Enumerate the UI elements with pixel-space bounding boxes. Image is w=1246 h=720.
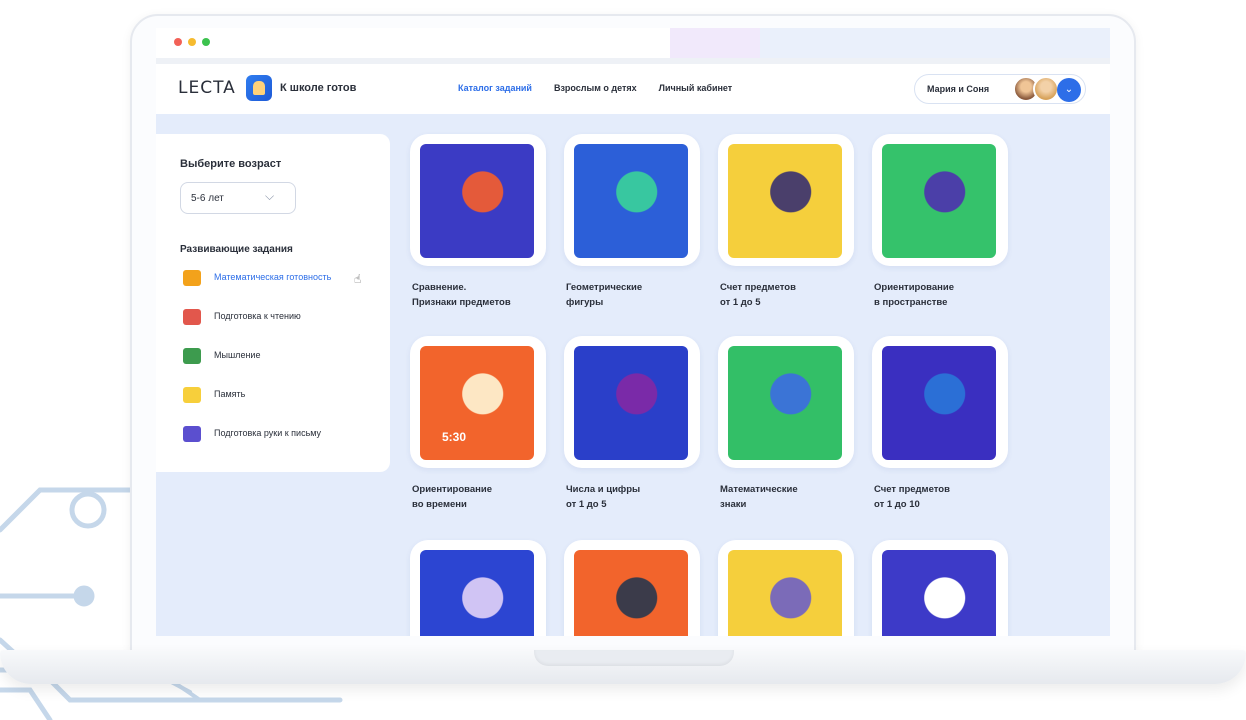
task-illustration (574, 550, 688, 636)
browser-toolbar (156, 28, 1110, 64)
category-label: Подготовка руки к письму (214, 428, 322, 438)
task-illustration (882, 346, 996, 460)
filter-sidebar: Выберите возраст 5-6 лет ⌵ Развивающие з… (156, 134, 390, 472)
task-illustration (420, 144, 534, 258)
chevron-down-icon[interactable]: ⌄ (1057, 78, 1081, 102)
clock-time-label: 5:30 (442, 430, 467, 444)
task-title: Ориентирование во времени (412, 484, 493, 510)
task-thumbnail (564, 336, 700, 468)
book-icon (183, 309, 201, 325)
product-name[interactable]: К школе готов (280, 82, 356, 94)
task-thumbnail (718, 336, 854, 468)
age-select[interactable]: 5-6 лет ⌵ (180, 182, 296, 214)
nav-for-adults[interactable]: Взрослым о детях (554, 83, 637, 93)
app-icon[interactable] (246, 75, 272, 101)
task-illustration (728, 144, 842, 258)
task-title: Счет предметов от 1 до 10 (874, 484, 950, 510)
category-item-reading[interactable]: Подготовка к чтению (180, 309, 384, 348)
task-thumbnail (872, 540, 1008, 636)
task-title: Числа и цифры от 1 до 5 (566, 484, 641, 510)
lecta-logo[interactable]: LECTA (178, 78, 236, 98)
task-illustration (420, 550, 534, 636)
task-title: Геометрические фигуры (566, 282, 643, 308)
cube-icon (183, 426, 201, 442)
task-title: Математические знаки (720, 484, 798, 510)
task-illustration: 5:30 (420, 346, 534, 460)
task-thumbnail (410, 540, 546, 636)
profile-switcher[interactable]: Мария и Соня ⌄ (914, 74, 1086, 104)
laptop-notch (534, 650, 734, 666)
category-item-thinking[interactable]: Мышление (180, 348, 384, 387)
age-value: 5-6 лет (191, 193, 224, 204)
task-thumbnail (718, 540, 854, 636)
blocks-icon (183, 270, 201, 286)
age-title: Выберите возраст (180, 158, 282, 170)
task-title: Счет предметов от 1 до 5 (720, 282, 796, 308)
task-thumbnail (872, 134, 1008, 266)
task-thumbnail (564, 134, 700, 266)
close-window-dot[interactable] (174, 38, 182, 46)
minimize-window-dot[interactable] (188, 38, 196, 46)
site-header: LECTA К школе готов Каталог заданий Взро… (156, 64, 1110, 114)
task-illustration (574, 346, 688, 460)
task-illustration (882, 144, 996, 258)
hand-cursor-icon: ☝ (354, 272, 362, 286)
task-thumbnail: 5:30 (410, 336, 546, 468)
category-label: Мышление (214, 350, 261, 360)
category-label: Память (214, 389, 246, 399)
task-title: Сравнение. Признаки предметов (412, 282, 511, 308)
browser-tab-strip (760, 28, 1110, 60)
category-list: Математическая готовность ☝ Подготовка к… (180, 270, 384, 465)
task-illustration (728, 346, 842, 460)
browser-tab-highlight (670, 28, 760, 60)
category-item-memory[interactable]: Память (180, 387, 384, 426)
chevron-down-icon: ⌵ (265, 189, 275, 203)
category-label: Подготовка к чтению (214, 311, 301, 321)
section-title: Развивающие задания (180, 244, 293, 255)
browser-screen: LECTA К школе готов Каталог заданий Взро… (156, 28, 1110, 636)
nav-account[interactable]: Личный кабинет (659, 83, 733, 93)
task-illustration (882, 550, 996, 636)
task-thumbnail (410, 134, 546, 266)
puzzle-icon (183, 348, 201, 364)
task-title: Ориентирование в пространстве (874, 282, 955, 308)
category-item-handwriting[interactable]: Подготовка руки к письму (180, 426, 384, 465)
category-item-math[interactable]: Математическая готовность ☝ (180, 270, 384, 309)
task-thumbnail (718, 134, 854, 266)
presentation-stage: LECTA К школе готов Каталог заданий Взро… (0, 0, 1246, 720)
window-controls (174, 38, 210, 46)
lightbulb-icon (183, 387, 201, 403)
avatar (1033, 76, 1059, 102)
main-nav: Каталог заданий Взрослым о детях Личный … (458, 83, 732, 93)
task-illustration (574, 144, 688, 258)
task-thumbnail (564, 540, 700, 636)
maximize-window-dot[interactable] (202, 38, 210, 46)
task-thumbnail (872, 336, 1008, 468)
category-label: Математическая готовность (214, 272, 332, 282)
nav-catalog[interactable]: Каталог заданий (458, 83, 532, 93)
profile-name: Мария и Соня (927, 84, 990, 94)
task-illustration (728, 550, 842, 636)
